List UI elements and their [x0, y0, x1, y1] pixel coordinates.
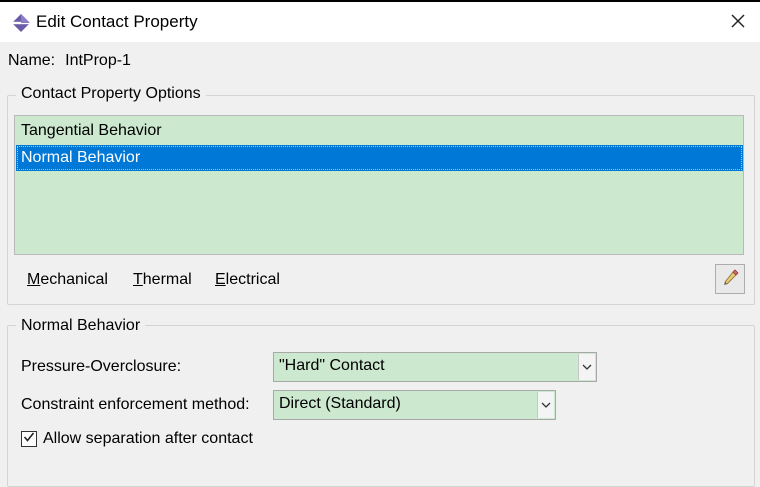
pressure-overclosure-label: Pressure-Overclosure:	[21, 358, 182, 375]
name-row: Name: IntProp-1	[8, 52, 131, 70]
constraint-method-select[interactable]: Direct (Standard)	[273, 390, 556, 420]
window-title: Edit Contact Property	[36, 12, 198, 31]
close-button[interactable]	[718, 4, 758, 42]
allow-separation-checkbox[interactable]	[21, 431, 37, 447]
menu-electrical[interactable]: Electrical	[215, 271, 280, 289]
chevron-down-icon[interactable]	[537, 392, 554, 418]
property-options-list[interactable]: Tangential Behavior Normal Behavior	[14, 115, 744, 255]
close-icon	[730, 13, 746, 34]
list-item-tangential-behavior[interactable]: Tangential Behavior	[16, 118, 743, 144]
list-item-normal-behavior[interactable]: Normal Behavior	[16, 145, 743, 171]
name-label: Name:	[8, 52, 56, 69]
chevron-down-icon[interactable]	[578, 354, 595, 380]
normal-behavior-title: Normal Behavior	[16, 317, 146, 335]
constraint-method-label: Constraint enforcement method:	[21, 396, 250, 413]
option-menu-bar: Mechanical Thermal Electrical	[14, 264, 710, 298]
contact-property-options-title: Contact Property Options	[16, 85, 206, 103]
pressure-overclosure-value: "Hard" Contact	[279, 357, 385, 374]
abaqus-diamond-icon	[11, 13, 31, 33]
menu-mechanical[interactable]: Mechanical	[27, 271, 108, 289]
checkmark-icon	[23, 430, 35, 448]
pressure-overclosure-select[interactable]: "Hard" Contact	[273, 352, 597, 382]
edit-option-button[interactable]	[715, 264, 745, 294]
pencil-edit-icon	[721, 268, 739, 291]
title-bar[interactable]: Edit Contact Property	[0, 2, 760, 42]
menu-thermal[interactable]: Thermal	[133, 271, 192, 289]
name-value: IntProp-1	[65, 52, 131, 69]
allow-separation-label[interactable]: Allow separation after contact	[43, 430, 253, 448]
constraint-method-value: Direct (Standard)	[279, 395, 401, 412]
